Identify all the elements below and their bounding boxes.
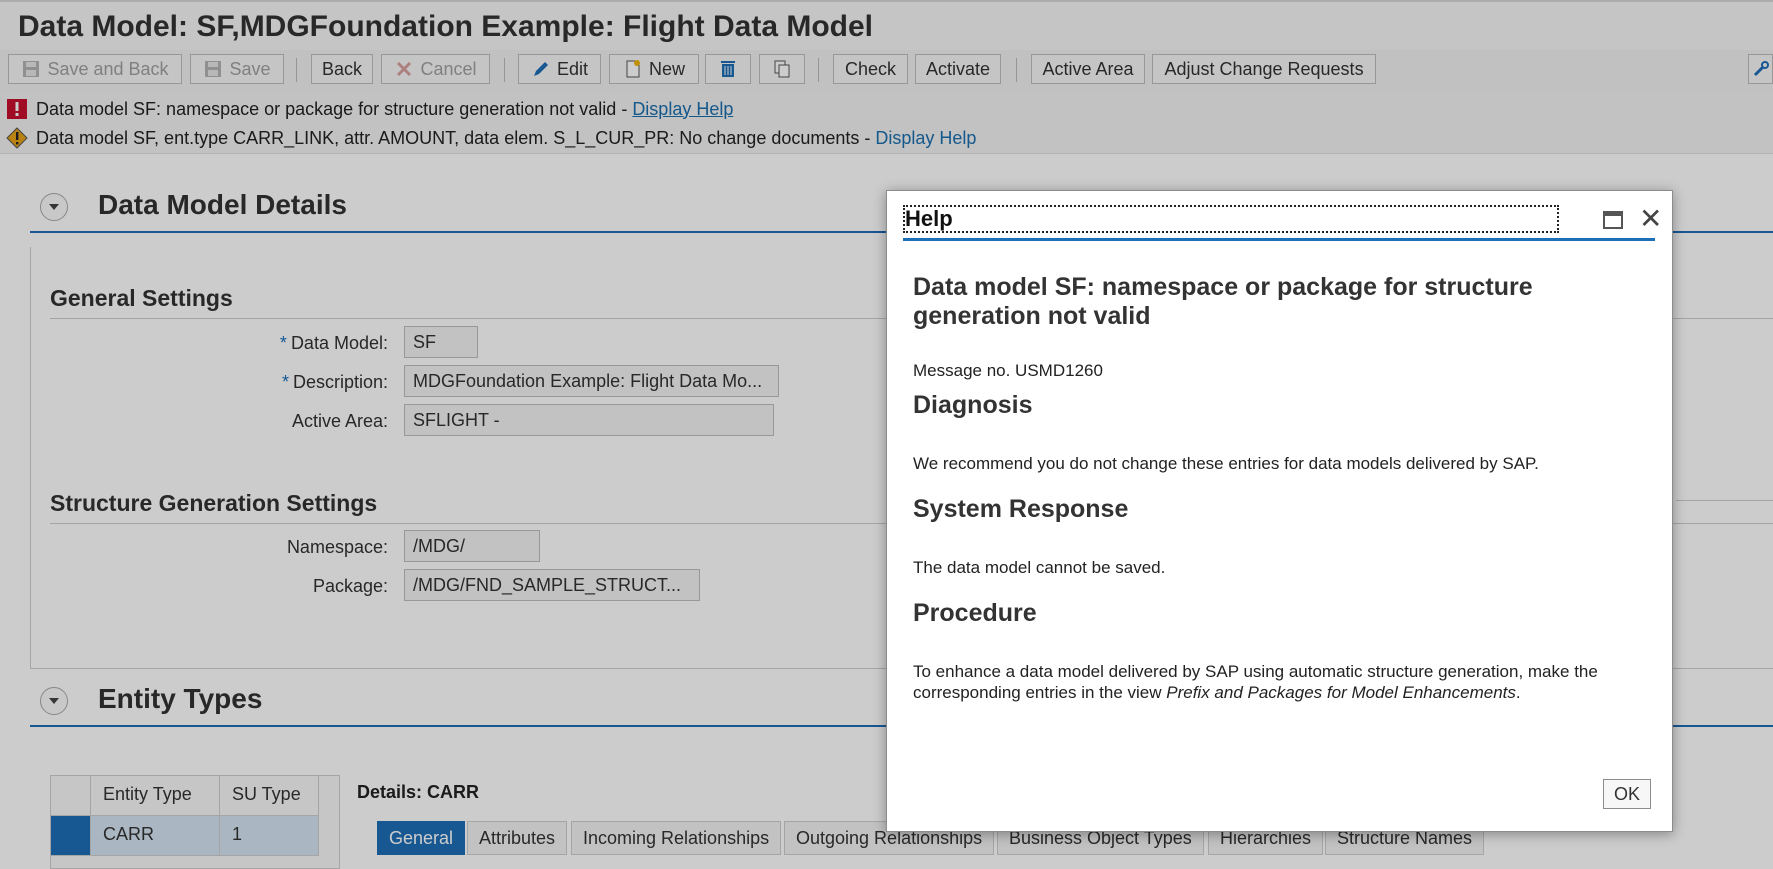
system-response-text: The data model cannot be saved. [913,558,1166,577]
dialog-title: Help [903,205,1559,233]
system-response-heading: System Response [913,495,1129,523]
maximize-icon[interactable] [1603,211,1623,229]
message-number: Message no. USMD1260 [913,361,1103,380]
procedure-heading: Procedure [913,599,1037,627]
diagnosis-heading: Diagnosis [913,391,1033,419]
close-icon[interactable]: ✕ [1639,205,1662,233]
ok-button[interactable]: OK [1603,779,1651,809]
dialog-header: Help ✕ [903,205,1662,241]
help-dialog: Help ✕ Data model SF: namespace or packa… [886,190,1673,832]
procedure-text: To enhance a data model delivered by SAP… [913,662,1598,702]
diagnosis-text: We recommend you do not change these ent… [913,454,1539,473]
procedure-view-name: Prefix and Packages for Model Enhancemen… [1166,683,1516,702]
dialog-body: Data model SF: namespace or package for … [913,273,1653,702]
help-heading: Data model SF: namespace or package for … [913,273,1533,330]
